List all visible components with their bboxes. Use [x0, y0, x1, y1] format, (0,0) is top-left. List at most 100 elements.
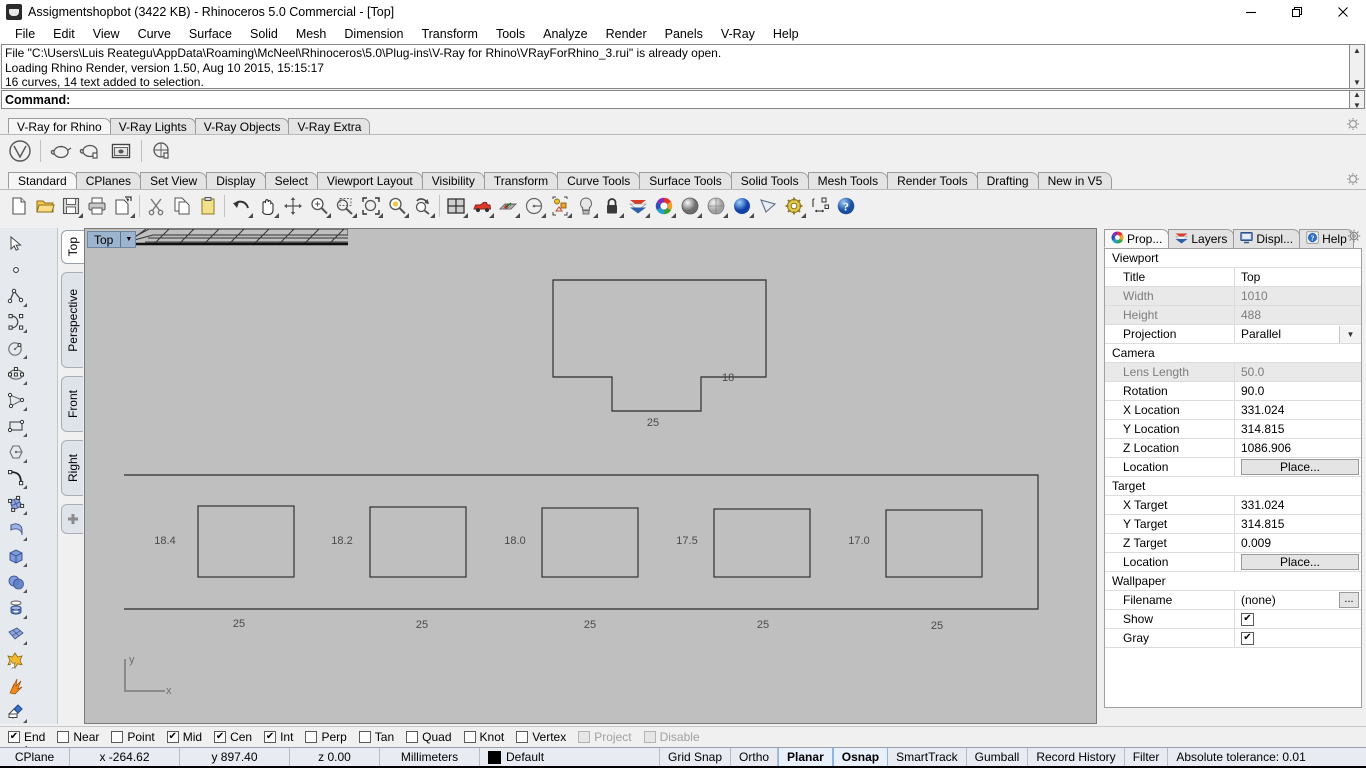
vray-material-editor-icon[interactable]: [77, 137, 105, 165]
osnap-near[interactable]: Near: [57, 730, 99, 744]
osnap-checkbox[interactable]: ✔: [8, 730, 20, 743]
cylinder-icon[interactable]: [2, 595, 29, 621]
undo-arrow-icon[interactable]: [228, 193, 254, 219]
open-folder-icon[interactable]: [32, 193, 58, 219]
standard-tab-mesh-tools[interactable]: Mesh Tools: [807, 172, 889, 189]
properties-tab-help[interactable]: ? Help: [1299, 229, 1354, 248]
zoom-extents-icon[interactable]: [358, 193, 384, 219]
dimension-icon[interactable]: [807, 193, 833, 219]
property-value[interactable]: Place...: [1235, 553, 1361, 571]
osnap-checkbox[interactable]: [358, 730, 371, 743]
status-toggle-record-history[interactable]: Record History: [1028, 748, 1125, 766]
property-value[interactable]: 314.815: [1235, 515, 1361, 533]
trim-icon[interactable]: [2, 699, 29, 725]
menu-item-solid[interactable]: Solid: [241, 25, 287, 43]
osnap-checkbox[interactable]: ✔: [264, 730, 277, 743]
command-line[interactable]: Command:: [1, 90, 1349, 109]
menu-item-analyze[interactable]: Analyze: [534, 25, 596, 43]
add-viewport-icon[interactable]: [61, 504, 83, 534]
layers-icon[interactable]: [625, 193, 651, 219]
flat-shade-icon[interactable]: [755, 193, 781, 219]
standard-tab-drafting[interactable]: Drafting: [976, 172, 1039, 189]
vray-frame-buffer-icon[interactable]: [107, 137, 135, 165]
cad-drawing-canvas[interactable]: 18 25 18.4 25 18.2 25 18.0 25 17.5 25 17…: [85, 229, 1097, 724]
standard-tab-curve-tools[interactable]: Curve Tools: [557, 172, 641, 189]
osnap-checkbox[interactable]: [463, 730, 476, 743]
osnap-checkbox[interactable]: [406, 730, 419, 743]
viewport-tab-right[interactable]: Right: [61, 440, 83, 496]
menu-item-help[interactable]: Help: [764, 25, 808, 43]
place-button[interactable]: Place...: [1241, 554, 1359, 570]
property-value[interactable]: 0.009: [1235, 534, 1361, 552]
property-value[interactable]: 331.024: [1235, 401, 1361, 419]
osnap-checkbox[interactable]: ✔: [166, 730, 179, 743]
command-history-scrollbar[interactable]: ▲ ▼: [1349, 44, 1365, 89]
menu-item-dimension[interactable]: Dimension: [335, 25, 412, 43]
property-value[interactable]: ✔: [1235, 610, 1361, 628]
osnap-end[interactable]: ✔ End: [8, 730, 45, 744]
property-value[interactable]: Parallel ▼: [1235, 325, 1361, 343]
status-x-coordinate[interactable]: x -264.62: [70, 748, 180, 766]
control-point-curve-icon[interactable]: [2, 309, 29, 335]
standard-tab-cplanes[interactable]: CPlanes: [75, 172, 142, 189]
osnap-knot[interactable]: Knot: [463, 730, 504, 744]
command-up-icon[interactable]: ▲: [1353, 89, 1361, 100]
zoom-in-icon[interactable]: [306, 193, 332, 219]
menu-item-edit[interactable]: Edit: [44, 25, 84, 43]
osnap-checkbox[interactable]: [578, 730, 591, 743]
standard-tab-solid-tools[interactable]: Solid Tools: [730, 172, 809, 189]
menu-item-v-ray[interactable]: V-Ray: [712, 25, 764, 43]
standard-tab-standard[interactable]: Standard: [8, 172, 77, 189]
property-value[interactable]: Place...: [1235, 458, 1361, 476]
standard-tab-surface-tools[interactable]: Surface Tools: [639, 172, 732, 189]
pan-hand-icon[interactable]: [254, 193, 280, 219]
print-icon[interactable]: [84, 193, 110, 219]
object-properties-icon[interactable]: [547, 193, 573, 219]
minimize-button[interactable]: [1228, 0, 1274, 24]
osnap-mid[interactable]: ✔ Mid: [166, 730, 202, 744]
property-checkbox[interactable]: ✔: [1241, 612, 1254, 626]
property-value[interactable]: 314.815: [1235, 420, 1361, 438]
status-cplane[interactable]: CPlane: [0, 748, 70, 766]
rendered-sphere-icon[interactable]: [729, 193, 755, 219]
new-file-icon[interactable]: [6, 193, 32, 219]
menu-item-surface[interactable]: Surface: [180, 25, 241, 43]
menu-item-view[interactable]: View: [84, 25, 129, 43]
status-toggle-gumball[interactable]: Gumball: [967, 748, 1029, 766]
viewport-title-button[interactable]: Top ▼: [87, 231, 137, 248]
osnap-checkbox[interactable]: [57, 730, 70, 743]
viewport-tab-top[interactable]: Top: [61, 230, 84, 264]
command-line-spinner[interactable]: ▲ ▼: [1349, 89, 1365, 110]
vray-panel-gear-icon[interactable]: [1346, 117, 1360, 134]
property-value[interactable]: 1086.906: [1235, 439, 1361, 457]
status-current-layer[interactable]: Default: [480, 748, 660, 766]
car-render-icon[interactable]: [469, 193, 495, 219]
menu-item-tools[interactable]: Tools: [487, 25, 534, 43]
standard-tab-render-tools[interactable]: Render Tools: [887, 172, 978, 189]
viewport-layout-icon[interactable]: [443, 193, 469, 219]
vray-teapot-icon[interactable]: [47, 137, 75, 165]
explode-icon[interactable]: [2, 673, 29, 699]
light-bulb-icon[interactable]: [573, 193, 599, 219]
standard-panel-gear-icon[interactable]: [1346, 172, 1360, 189]
vray-tab-v-ray-for-rhino[interactable]: V-Ray for Rhino: [8, 118, 111, 134]
grid-snap-icon[interactable]: [495, 193, 521, 219]
status-toggle-planar[interactable]: Planar: [778, 748, 833, 766]
property-checkbox[interactable]: ✔: [1241, 631, 1254, 645]
osnap-cen[interactable]: ✔ Cen: [214, 730, 252, 744]
standard-tab-transform[interactable]: Transform: [483, 172, 559, 189]
status-toggle-osnap[interactable]: Osnap: [832, 748, 889, 766]
panel-options-gear-icon[interactable]: [1347, 229, 1361, 246]
hexagon-icon[interactable]: [2, 439, 29, 465]
ellipse-icon[interactable]: [2, 361, 29, 387]
color-wheel-icon[interactable]: [651, 193, 677, 219]
properties-tab-prop[interactable]: Prop...: [1104, 229, 1170, 248]
vray-options-icon[interactable]: [148, 137, 176, 165]
menu-item-panels[interactable]: Panels: [656, 25, 712, 43]
standard-tab-visibility[interactable]: Visibility: [421, 172, 485, 189]
osnap-point[interactable]: Point: [111, 730, 155, 744]
viewport-tab-front[interactable]: Front: [61, 376, 83, 432]
status-z-coordinate[interactable]: z 0.00: [290, 748, 380, 766]
cut-copy-page-icon[interactable]: [110, 193, 136, 219]
property-value[interactable]: ✔: [1235, 629, 1361, 647]
